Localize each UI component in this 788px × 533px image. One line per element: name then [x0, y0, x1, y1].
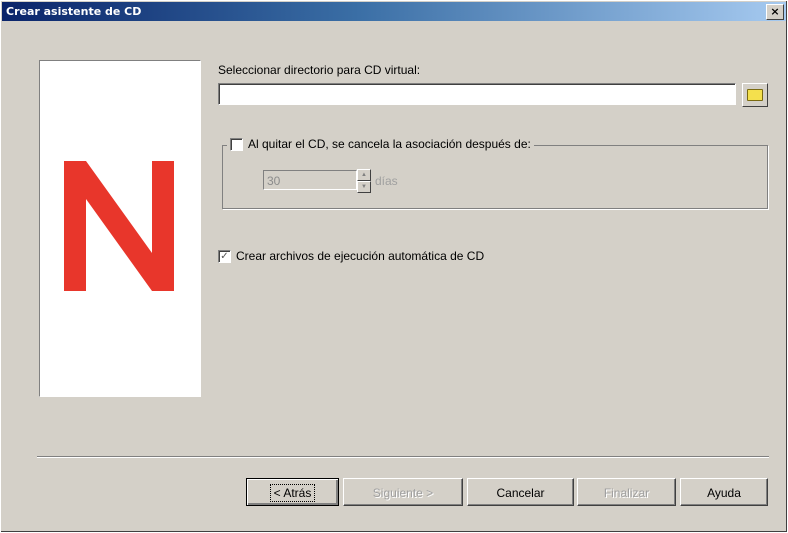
- next-button-label: Siguiente >: [372, 486, 434, 500]
- spin-down-icon[interactable]: ▼: [357, 181, 371, 193]
- autorun-checkbox[interactable]: ✓: [218, 249, 231, 263]
- finish-button[interactable]: Finalizar: [577, 478, 676, 506]
- autorun-option[interactable]: ✓ Crear archivos de ejecución automática…: [218, 249, 484, 263]
- autorun-label: Crear archivos de ejecución automática d…: [236, 249, 485, 263]
- back-button-label: < Atrás: [269, 484, 316, 502]
- wizard-dialog: Crear asistente de CD × Seleccionar dire…: [0, 0, 788, 533]
- close-icon: ×: [770, 5, 780, 18]
- help-button-label: Ayuda: [707, 486, 741, 500]
- close-button[interactable]: ×: [766, 4, 784, 20]
- days-spinner[interactable]: ▲ ▼: [357, 169, 371, 193]
- directory-label: Seleccionar directorio para CD virtual:: [218, 63, 421, 77]
- dissociate-checkbox[interactable]: [230, 137, 243, 151]
- dissociate-label: Al quitar el CD, se cancela la asociació…: [248, 137, 531, 151]
- cancel-button-label: Cancelar: [496, 486, 545, 500]
- help-button[interactable]: Ayuda: [680, 478, 768, 506]
- browse-button[interactable]: [742, 83, 768, 107]
- cancel-button[interactable]: Cancelar: [467, 478, 574, 506]
- next-button[interactable]: Siguiente >: [343, 478, 463, 506]
- dissociate-option[interactable]: Al quitar el CD, se cancela la asociació…: [227, 137, 534, 151]
- days-input[interactable]: 30: [263, 170, 357, 190]
- novell-n-logo-icon: [64, 161, 174, 291]
- title-bar[interactable]: Crear asistente de CD ×: [2, 2, 786, 21]
- folder-icon: [747, 89, 763, 101]
- back-button[interactable]: < Atrás: [246, 478, 339, 506]
- days-unit-label: días: [375, 174, 398, 188]
- logo-panel: [39, 60, 201, 397]
- directory-input[interactable]: [218, 83, 736, 105]
- window-title: Crear asistente de CD: [6, 5, 142, 18]
- finish-button-label: Finalizar: [603, 486, 650, 500]
- divider: [37, 456, 769, 458]
- spin-up-icon[interactable]: ▲: [357, 169, 371, 181]
